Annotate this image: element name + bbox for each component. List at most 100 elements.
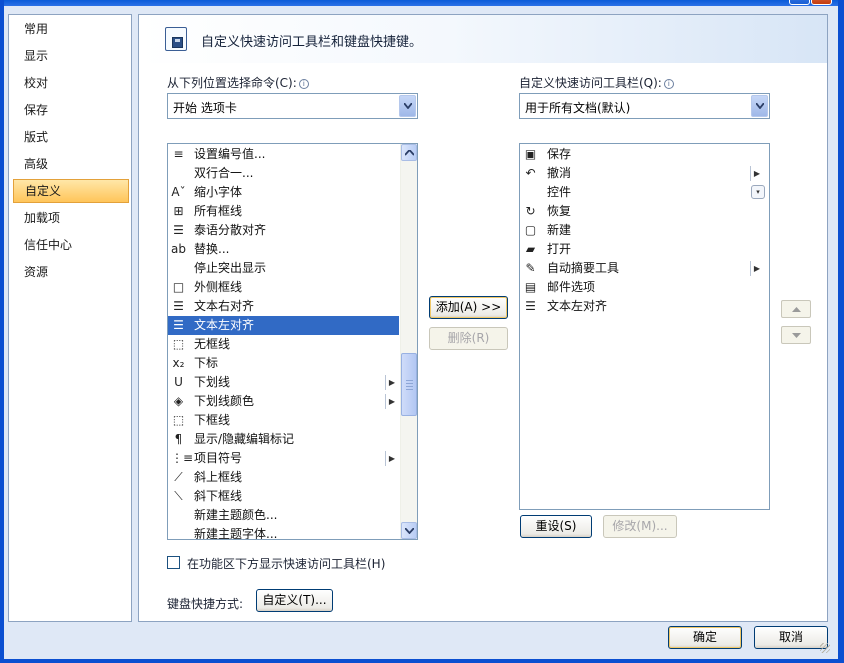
- nav-item[interactable]: 常用: [13, 17, 129, 41]
- nav-item[interactable]: 版式: [13, 125, 129, 149]
- command-item[interactable]: ⬚ 无框线: [168, 335, 399, 354]
- resize-grip[interactable]: [820, 643, 830, 653]
- cancel-button[interactable]: 取消: [754, 626, 828, 649]
- command-item[interactable]: ◈ 下划线颜色 ▶: [168, 392, 399, 411]
- command-item[interactable]: 双行合一...: [168, 164, 399, 183]
- command-item[interactable]: ⊞ 所有框线: [168, 202, 399, 221]
- nav-item[interactable]: 自定义: [13, 179, 129, 203]
- command-item[interactable]: ☰ 泰语分散对齐: [168, 221, 399, 240]
- toolbar-item[interactable]: ▰ 打开: [520, 240, 769, 259]
- command-label: 新建主题字体...: [194, 527, 278, 540]
- nav-item[interactable]: 显示: [13, 44, 129, 68]
- chevron-down-icon[interactable]: [751, 95, 768, 117]
- bullets-icon: ⋮≡: [171, 451, 194, 465]
- reset-button[interactable]: 重设(S): [520, 515, 592, 538]
- toolbar-item[interactable]: ↶ 撤消 ▶: [520, 164, 769, 183]
- command-item[interactable]: ⬚ 下框线: [168, 411, 399, 430]
- toolbar-scope-value: 用于所有文档(默认): [525, 101, 631, 115]
- command-label: 下划线颜色: [194, 394, 255, 408]
- choose-commands-combo[interactable]: 开始 选项卡: [167, 93, 418, 119]
- align-left-icon: ☰: [173, 318, 184, 332]
- window-frame-right: [838, 0, 844, 663]
- command-label: 外侧框线: [194, 280, 243, 294]
- toolbar-item[interactable]: ☰ 文本左对齐: [520, 297, 769, 316]
- scroll-up-button[interactable]: [401, 144, 417, 161]
- toolbar-item-label: 保存: [547, 147, 572, 161]
- command-label: 文本右对齐: [194, 299, 255, 313]
- toolbar-item[interactable]: ✎ 自动摘要工具 ▶: [520, 259, 769, 278]
- new-doc-icon: ▢: [524, 223, 537, 237]
- all-borders-icon: ⊞: [173, 204, 184, 218]
- nav-item[interactable]: 校对: [13, 71, 129, 95]
- toolbar-item-label: 自动摘要工具: [547, 261, 620, 275]
- command-item[interactable]: 新建主题字体...: [168, 525, 399, 540]
- command-item[interactable]: x₂ 下标: [168, 354, 399, 373]
- command-label: 下框线: [194, 413, 231, 427]
- autosummarize-icon: ✎: [525, 261, 536, 275]
- scroll-down-button[interactable]: [401, 522, 417, 539]
- command-label: 泰语分散对齐: [194, 223, 267, 237]
- toolbar-item[interactable]: 控件 ▾: [520, 183, 769, 202]
- show-marks-icon: ¶: [174, 432, 183, 446]
- ok-button[interactable]: 确定: [668, 626, 742, 649]
- command-label: 下划线: [194, 375, 231, 389]
- command-label: 设置编号值...: [194, 147, 266, 161]
- nav-item[interactable]: 资源: [13, 260, 129, 284]
- no-border-icon: ⬚: [172, 337, 185, 351]
- nav-item[interactable]: 保存: [13, 98, 129, 122]
- command-item[interactable]: U 下划线 ▶: [168, 373, 399, 392]
- command-item[interactable]: □ 外侧框线: [168, 278, 399, 297]
- command-item[interactable]: ☰ 文本右对齐: [168, 297, 399, 316]
- help-title-button[interactable]: [789, 0, 810, 5]
- toolbar-item-label: 邮件选项: [547, 280, 596, 294]
- panel-header: 自定义快速访问工具栏和键盘快捷键。: [139, 15, 827, 63]
- command-item[interactable]: 停止突出显示: [168, 259, 399, 278]
- add-button[interactable]: 添加(A) >>: [429, 296, 508, 319]
- toolbar-item-label: 文本左对齐: [547, 299, 608, 313]
- toolbar-item-label: 新建: [547, 223, 572, 237]
- thai-distribute-icon: ☰: [173, 223, 184, 237]
- command-item[interactable]: 新建主题颜色...: [168, 506, 399, 525]
- remove-button[interactable]: 删除(R): [429, 327, 508, 350]
- command-item[interactable]: ¶ 显示/隐藏编辑标记: [168, 430, 399, 449]
- diagonal-up-border-icon: ⟋: [174, 470, 183, 484]
- submenu-arrow-icon: ▶: [385, 451, 395, 466]
- toolbar-item-label: 控件: [547, 185, 572, 199]
- choose-commands-value: 开始 选项卡: [173, 101, 237, 115]
- dropdown-marker-icon: ▾: [751, 185, 765, 199]
- submenu-arrow-icon: ▶: [750, 261, 760, 276]
- move-up-button[interactable]: [781, 300, 811, 318]
- toolbar-item[interactable]: ↻ 恢复: [520, 202, 769, 221]
- command-item[interactable]: ⋮≡ 项目符号 ▶: [168, 449, 399, 468]
- left-list-scrollbar[interactable]: [400, 144, 417, 539]
- bottom-border-icon: ⬚: [172, 413, 185, 427]
- nav-item[interactable]: 加载项: [13, 206, 129, 230]
- modify-button[interactable]: 修改(M)...: [603, 515, 677, 538]
- move-down-button[interactable]: [781, 326, 811, 344]
- command-item[interactable]: ⟋ 斜上框线: [168, 468, 399, 487]
- command-item[interactable]: ≡ 设置编号值...: [168, 145, 399, 164]
- info-icon: i: [298, 79, 309, 89]
- nav-item[interactable]: 高级: [13, 152, 129, 176]
- nav-item[interactable]: 信任中心: [13, 233, 129, 257]
- command-item[interactable]: ☰ 文本左对齐: [168, 316, 399, 335]
- available-commands-list[interactable]: 新建主题字体... 新建主题颜色... ⟍ 斜下框线 ⟋ 斜上框线 ⋮≡ 项目符号 ▶ ¶ 显示/隐…: [167, 143, 418, 540]
- mail-options-icon: ▤: [524, 280, 537, 294]
- customize-keyboard-button[interactable]: 自定义(T)...: [256, 589, 333, 612]
- scroll-thumb[interactable]: [401, 353, 417, 416]
- close-title-button[interactable]: [811, 0, 832, 5]
- chevron-down-icon[interactable]: [399, 95, 416, 117]
- open-folder-icon: ▰: [525, 242, 536, 256]
- category-nav: 常用显示校对保存版式高级自定义加载项信任中心资源: [8, 14, 132, 622]
- toolbar-item[interactable]: ▤ 邮件选项: [520, 278, 769, 297]
- toolbar-item[interactable]: ▢ 新建: [520, 221, 769, 240]
- toolbar-commands-list[interactable]: ▣ 保存 ↶ 撤消 ▶ 控件 ▾ ↻ 恢复 ▢ 新建 ▰ 打开 ✎ 自动摘要工具 ▶ ▤ 邮件选项 ☰ 文本左对齐: [519, 143, 770, 510]
- toolbar-item[interactable]: ▣ 保存: [520, 145, 769, 164]
- quick-access-toolbar-icon: [165, 27, 187, 51]
- command-item[interactable]: ab 替换...: [168, 240, 399, 259]
- show-below-ribbon-checkbox[interactable]: [167, 556, 180, 569]
- command-item[interactable]: Aˇ 缩小字体: [168, 183, 399, 202]
- command-item[interactable]: ⟍ 斜下框线: [168, 487, 399, 506]
- toolbar-scope-combo[interactable]: 用于所有文档(默认): [519, 93, 770, 119]
- subscript-icon: x₂: [172, 356, 185, 370]
